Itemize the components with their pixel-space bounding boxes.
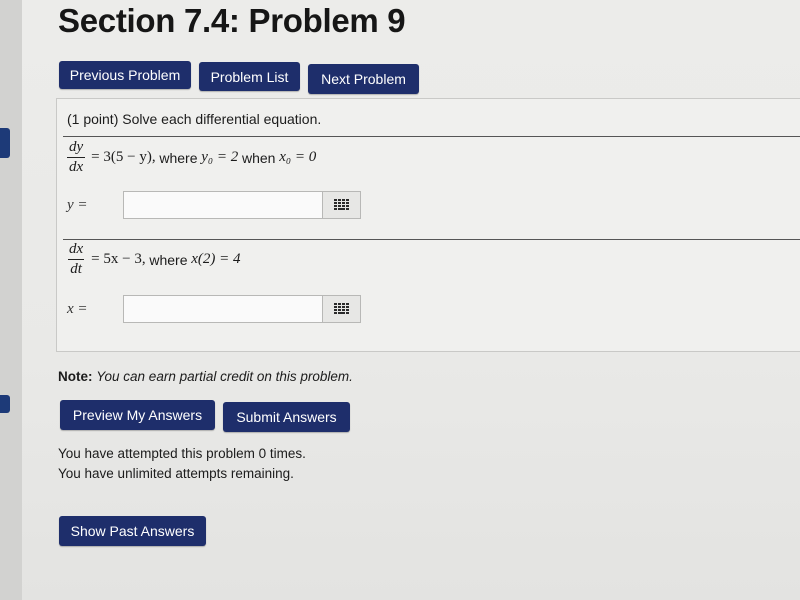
initial-condition-y: y₀ = 2 xyxy=(201,149,239,165)
answer-input-y[interactable] xyxy=(123,191,323,219)
fraction-numerator: dy xyxy=(69,139,84,155)
partial-credit-note: Note: You can earn partial credit on thi… xyxy=(58,369,353,384)
note-label: Note: xyxy=(58,369,93,384)
derivative-fraction: dx dt xyxy=(67,241,85,278)
answer-label-x: x = xyxy=(67,300,88,317)
note-text: You can earn partial credit on this prob… xyxy=(96,369,353,384)
problem-list-button[interactable]: Problem List xyxy=(199,62,300,91)
keypad-grid-icon xyxy=(333,303,349,314)
left-sidebar-edge xyxy=(0,0,23,600)
equation-part-2: dx dt = 5x − 3, where x(2) = 4 xyxy=(67,241,241,278)
fraction-numerator: dx xyxy=(69,241,84,257)
previous-problem-button[interactable]: Previous Problem xyxy=(59,61,191,89)
problem-instructions: (1 point) Solve each differential equati… xyxy=(67,111,322,127)
equation-where-text: where xyxy=(159,149,198,166)
equation-rhs: = 3(5 − y), xyxy=(91,149,156,165)
math-editor-button[interactable] xyxy=(323,295,361,323)
answer-row-1: y = xyxy=(67,191,361,219)
divider xyxy=(63,239,800,240)
equation-where-text: where xyxy=(149,251,188,268)
attempt-count-text: You have attempted this problem 0 times. xyxy=(58,446,306,461)
sidebar-tab-marker[interactable] xyxy=(0,128,10,158)
initial-condition: x(2) = 4 xyxy=(191,251,241,267)
answer-label-y: y = xyxy=(67,196,88,213)
keypad-grid-icon xyxy=(333,199,349,210)
next-problem-button[interactable]: Next Problem xyxy=(308,64,419,94)
fraction-denominator: dx xyxy=(67,157,86,175)
initial-condition-x: x₀ = 0 xyxy=(279,149,317,165)
sidebar-tab-marker[interactable] xyxy=(0,395,10,413)
page-title: Section 7.4: Problem 9 xyxy=(58,2,406,39)
preview-answers-button[interactable]: Preview My Answers xyxy=(60,400,215,430)
fraction-denominator: dt xyxy=(68,259,84,277)
submit-answers-button[interactable]: Submit Answers xyxy=(223,402,350,432)
equation-part-1: dy dx = 3(5 − y), where y₀ = 2 when x₀ =… xyxy=(67,139,316,176)
problem-page: Section 7.4: Problem 9 Previous Problem … xyxy=(22,0,800,600)
equation-when-text: when xyxy=(241,149,276,166)
math-editor-button[interactable] xyxy=(323,191,361,219)
divider xyxy=(63,136,800,137)
derivative-fraction: dy dx xyxy=(67,139,86,176)
equation-rhs: = 5x − 3, xyxy=(91,251,146,267)
attempts-remaining-text: You have unlimited attempts remaining. xyxy=(58,466,294,481)
answer-input-x[interactable] xyxy=(123,295,323,323)
problem-body: (1 point) Solve each differential equati… xyxy=(56,98,800,352)
answer-row-2: x = xyxy=(67,295,361,323)
show-past-answers-button[interactable]: Show Past Answers xyxy=(59,516,206,546)
